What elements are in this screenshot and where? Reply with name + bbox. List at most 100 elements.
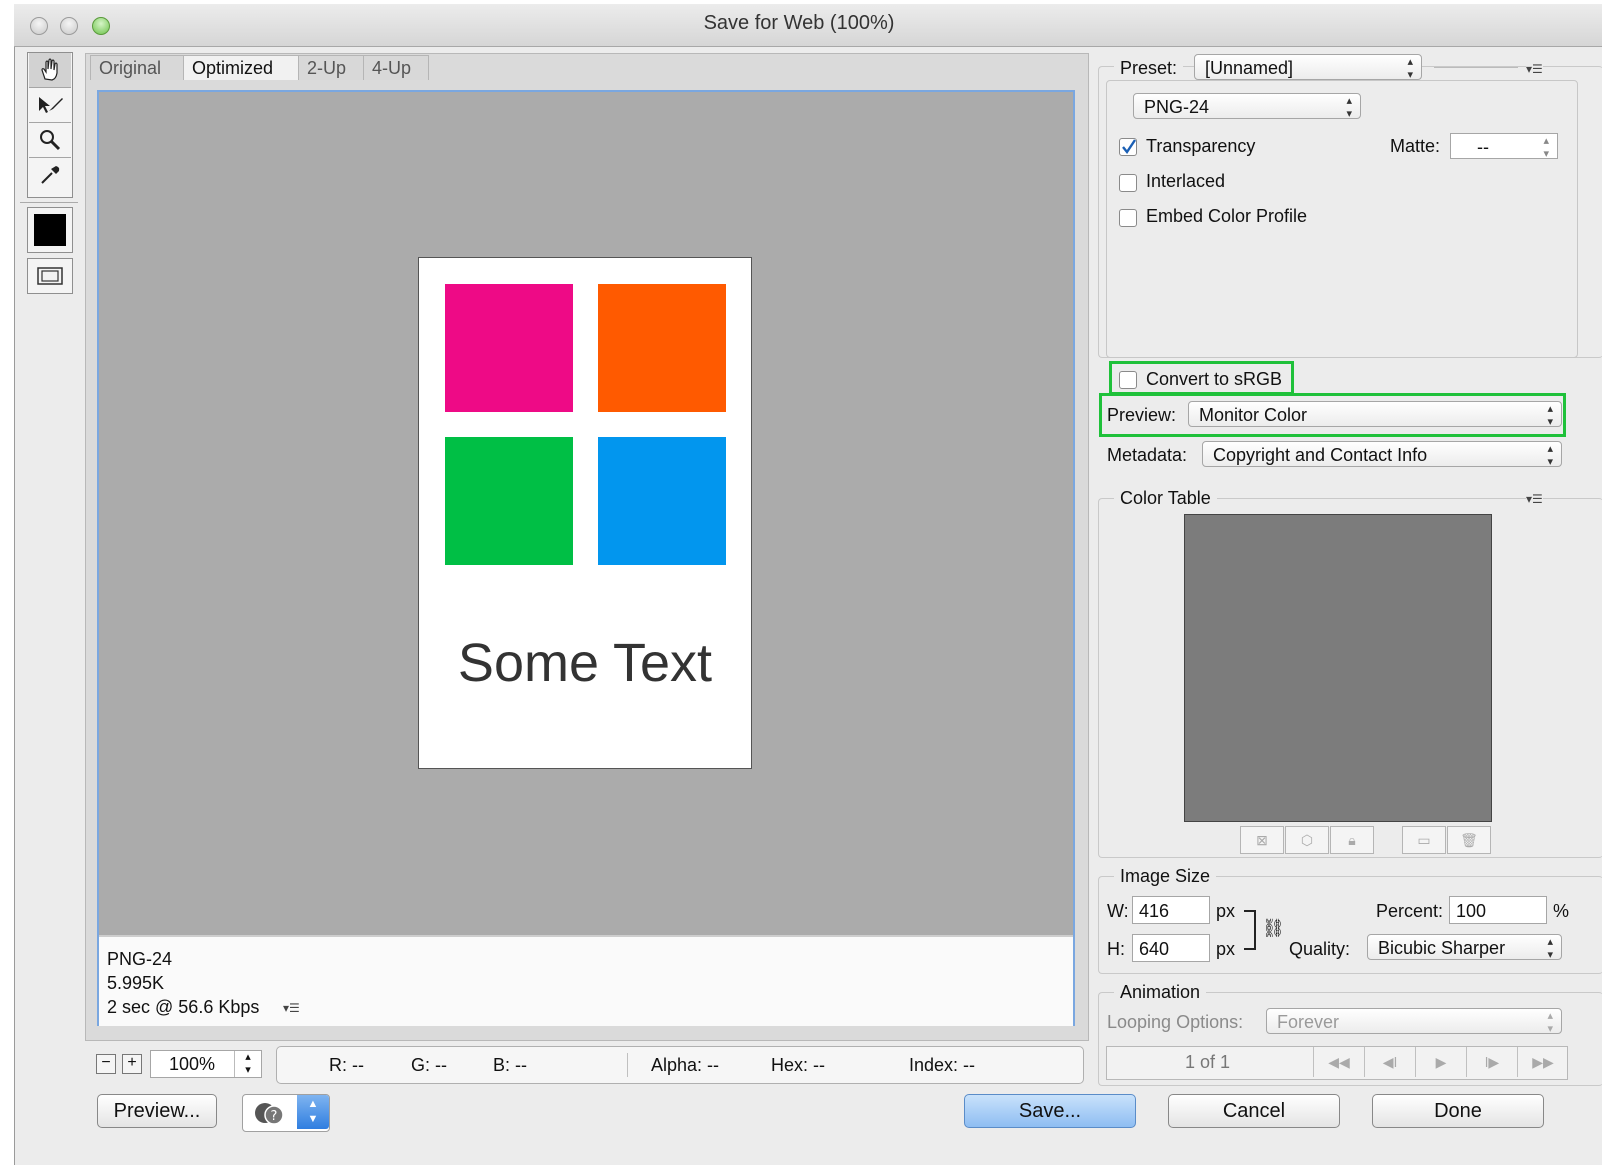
zoom-in-button[interactable]: + xyxy=(122,1054,142,1074)
svg-text:?: ? xyxy=(271,1109,278,1124)
hand-tool-icon[interactable] xyxy=(29,53,71,88)
height-input[interactable]: 640 xyxy=(1132,934,1210,962)
readout-index: Index: -- xyxy=(909,1055,976,1075)
looping-options-label: Looping Options: xyxy=(1107,1012,1244,1032)
cancel-button[interactable]: Cancel xyxy=(1168,1094,1340,1128)
transparency-label: Transparency xyxy=(1146,136,1256,156)
first-frame-icon: ◀◀ xyxy=(1313,1047,1364,1077)
interlaced-label: Interlaced xyxy=(1146,171,1226,191)
convert-to-srgb-checkbox[interactable] xyxy=(1119,371,1137,389)
tab-original[interactable]: Original xyxy=(90,55,184,80)
matte-select[interactable]: -- ▴ ▾ xyxy=(1450,133,1558,160)
resample-quality-value: Bicubic Sharper xyxy=(1378,938,1506,958)
constrain-bracket xyxy=(1244,910,1256,950)
quality-label: Quality: xyxy=(1289,939,1351,959)
preset-select[interactable]: [Unnamed] ▴ ▾ xyxy=(1194,54,1422,81)
orange-square xyxy=(598,284,726,412)
map-transparency-icon[interactable]: ⊠ xyxy=(1240,826,1284,854)
lock-color-icon[interactable]: 🔒︎ xyxy=(1330,826,1374,854)
file-format-value: PNG-24 xyxy=(1144,97,1210,117)
green-square xyxy=(445,437,573,565)
readout-r: R: -- xyxy=(329,1055,364,1075)
info-file-size: 5.995K xyxy=(107,973,165,993)
select-arrows-icon: ▴ ▾ xyxy=(1547,403,1553,428)
height-unit: px xyxy=(1216,939,1236,959)
readout-alpha: Alpha: -- xyxy=(651,1055,720,1075)
width-unit: px xyxy=(1216,901,1236,921)
color-readout-bar: R: -- G: -- B: -- Alpha: -- Hex: -- Inde… xyxy=(276,1046,1084,1084)
metadata-select[interactable]: Copyright and Contact Info ▴ ▾ xyxy=(1202,441,1562,468)
done-button[interactable]: Done xyxy=(1372,1094,1544,1128)
optimize-menu-icon[interactable]: ▾☰ xyxy=(1526,62,1543,76)
matte-value: -- xyxy=(1477,137,1489,157)
window-title: Save for Web (100%) xyxy=(703,12,895,34)
eyedropper-icon[interactable] xyxy=(29,158,71,192)
toolbox xyxy=(27,52,73,198)
web-shift-icon[interactable]: ⬡ xyxy=(1285,826,1329,854)
info-download-time: 2 sec @ 56.6 Kbps xyxy=(107,997,260,1017)
checkmark-icon xyxy=(1122,139,1136,155)
preview-in-browser-button[interactable]: Preview... xyxy=(97,1094,217,1128)
preset-rule xyxy=(1434,67,1518,68)
browser-select[interactable]: ? ▲ ▼ xyxy=(242,1094,330,1132)
percent-label: Percent: xyxy=(1376,901,1444,921)
browser-globe-icon: ? xyxy=(255,1103,284,1125)
select-arrows-icon: ▴ ▾ xyxy=(1547,1010,1553,1035)
new-color-icon[interactable]: ▭ xyxy=(1402,826,1446,854)
preview-color-value: Monitor Color xyxy=(1199,405,1308,425)
browser-select-arrows-icon[interactable]: ▲ ▼ xyxy=(297,1095,329,1129)
toolbox-divider xyxy=(20,202,78,203)
readout-hex: Hex: -- xyxy=(771,1055,825,1075)
next-frame-icon: ǀ▶ xyxy=(1466,1047,1517,1077)
play-icon: ▶ xyxy=(1415,1047,1466,1077)
tab-4-up[interactable]: 4-Up xyxy=(363,55,429,80)
blue-square xyxy=(598,437,726,565)
tab-2-up[interactable]: 2-Up xyxy=(298,55,364,80)
resample-quality-select[interactable]: Bicubic Sharper ▴ ▾ xyxy=(1367,934,1562,961)
width-input[interactable]: 416 xyxy=(1132,896,1210,924)
image-size-title: Image Size xyxy=(1114,866,1217,887)
color-table-title: Color Table xyxy=(1114,488,1217,509)
frame-counter: 1 of 1 xyxy=(1185,1052,1231,1072)
transparency-checkbox[interactable] xyxy=(1119,138,1137,156)
download-rate-menu-icon[interactable]: ▾☰ xyxy=(283,1001,300,1015)
preview-color-select[interactable]: Monitor Color ▴ ▾ xyxy=(1188,401,1562,428)
last-frame-icon: ▶▶ xyxy=(1517,1047,1568,1077)
matte-label: Matte: xyxy=(1390,136,1441,156)
select-arrows-icon: ▴ ▾ xyxy=(1547,443,1553,468)
zoom-level-field[interactable]: 100% ▴ ▾ xyxy=(150,1050,262,1078)
zoom-out-button[interactable]: − xyxy=(96,1054,116,1074)
pink-square xyxy=(445,284,573,412)
height-label: H: xyxy=(1107,939,1125,959)
metadata-value: Copyright and Contact Info xyxy=(1213,445,1428,465)
zoom-stepper-icon[interactable]: ▴ ▾ xyxy=(234,1051,261,1077)
convert-to-srgb-label: Convert to sRGB xyxy=(1146,369,1283,389)
preset-label: Preset: xyxy=(1114,58,1184,79)
embed-color-profile-checkbox[interactable] xyxy=(1119,209,1137,227)
readout-g: G: -- xyxy=(411,1055,447,1075)
looping-options-select: Forever ▴ ▾ xyxy=(1266,1008,1562,1035)
zoom-level: 100% xyxy=(169,1054,216,1074)
color-table-menu-icon[interactable]: ▾☰ xyxy=(1526,492,1543,506)
save-button[interactable]: Save... xyxy=(964,1094,1136,1128)
embed-color-profile-label: Embed Color Profile xyxy=(1146,206,1308,226)
percent-unit: % xyxy=(1553,901,1570,921)
document-text: Some Text xyxy=(457,633,713,693)
metadata-label: Metadata: xyxy=(1107,445,1188,465)
select-arrows-icon: ▴ ▾ xyxy=(1547,936,1553,961)
link-chain-icon[interactable]: ⛓︎ xyxy=(1262,918,1285,939)
readout-b: B: -- xyxy=(493,1055,527,1075)
width-label: W: xyxy=(1107,901,1129,921)
zoom-icon[interactable] xyxy=(29,123,71,158)
delete-color-icon[interactable]: 🗑︎ xyxy=(1447,826,1491,854)
select-arrows-icon: ▴ ▾ xyxy=(1543,135,1549,160)
file-format-select[interactable]: PNG-24 ▴ ▾ xyxy=(1133,93,1361,120)
toggle-slices-icon[interactable] xyxy=(27,258,73,294)
percent-input[interactable]: 100 xyxy=(1449,896,1547,924)
tab-optimized[interactable]: Optimized xyxy=(183,55,299,80)
interlaced-checkbox[interactable] xyxy=(1119,174,1137,192)
slice-select-icon[interactable] xyxy=(29,88,71,123)
eyedropper-color-swatch[interactable] xyxy=(27,207,73,253)
previous-frame-icon: ◀ǀ xyxy=(1364,1047,1415,1077)
color-table-swatches[interactable] xyxy=(1184,514,1492,822)
